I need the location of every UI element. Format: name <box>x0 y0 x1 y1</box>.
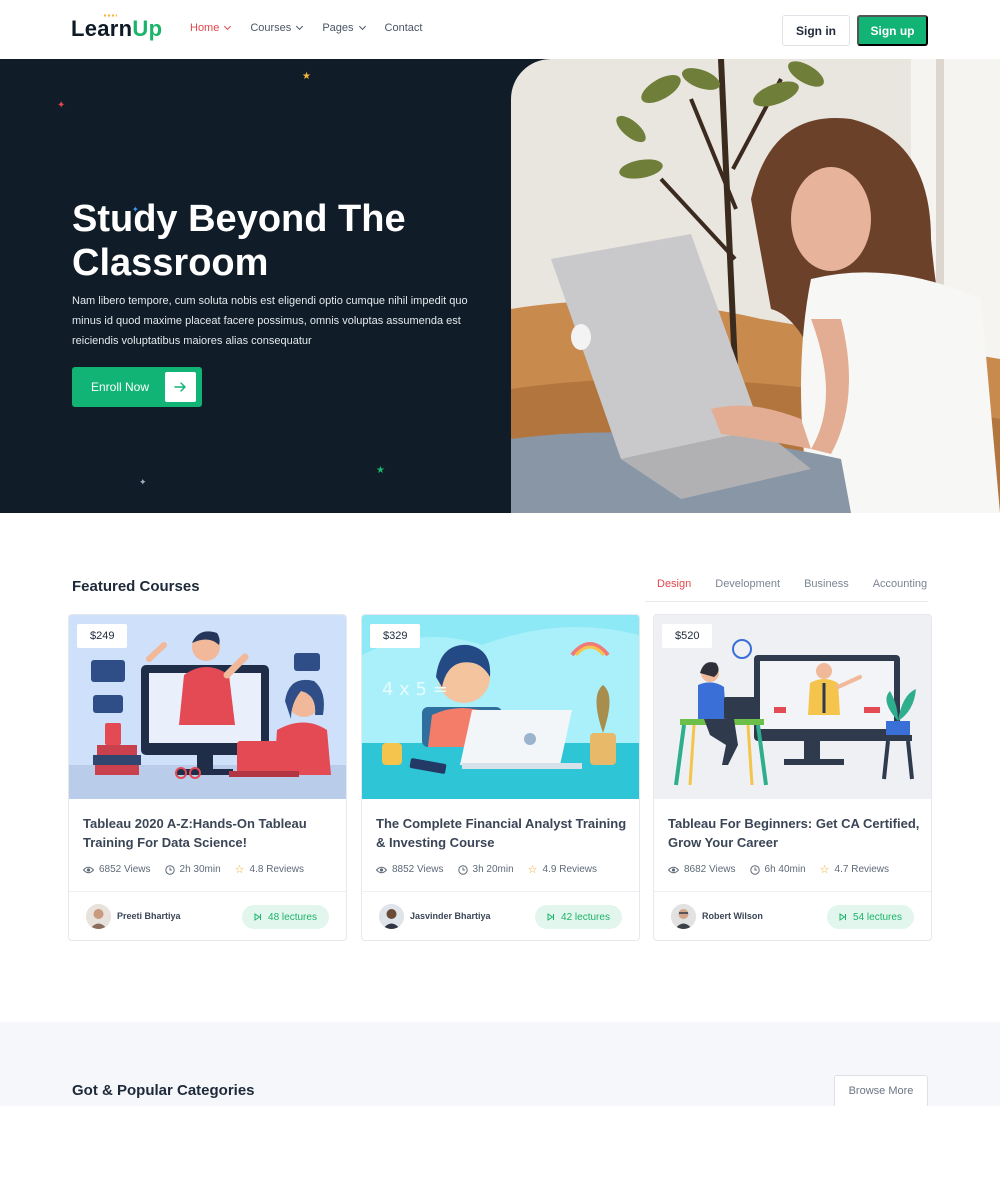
views-count: 6852 Views <box>99 864 151 875</box>
course-card[interactable]: $249 Tableau 2020 A-Z:Hands-On Tableau T… <box>68 614 347 941</box>
sparkle-icon: ✦ <box>57 100 66 111</box>
clock-icon <box>164 864 175 875</box>
star-icon: ★ <box>376 465 385 476</box>
price-badge: $329 <box>370 624 421 648</box>
course-title[interactable]: Tableau 2020 A-Z:Hands-On Tableau Traini… <box>83 814 338 852</box>
reviews-meta: ☆ 4.7 Reviews <box>820 863 889 876</box>
menu-label: Pages <box>322 22 354 34</box>
svg-text:4 x 5 =: 4 x 5 = <box>382 679 448 700</box>
views-count: 8682 Views <box>684 864 736 875</box>
reviews-text: 4.7 Reviews <box>834 864 890 875</box>
reviews-text: 4.9 Reviews <box>542 864 598 875</box>
course-meta: 6852 Views 2h 30min ☆ 4.8 Reviews <box>83 863 304 876</box>
logo-accent: Up <box>132 16 163 41</box>
categories-title: Got & Popular Categories <box>72 1082 255 1099</box>
eye-icon <box>376 866 387 873</box>
hero-title: Study Beyond The Classroom <box>72 198 406 284</box>
star-icon: ☆ <box>234 864 245 876</box>
tab-development[interactable]: Development <box>703 578 792 601</box>
card-divider <box>362 891 639 892</box>
course-thumbnail: $520 <box>654 615 931 799</box>
menu-item-home[interactable]: Home <box>190 22 232 34</box>
price-badge: $520 <box>662 624 713 648</box>
reviews-meta: ☆ 4.8 Reviews <box>235 863 304 876</box>
logo-dots-decoration <box>103 14 117 17</box>
lectures-count: 54 lectures <box>853 911 902 923</box>
eye-icon <box>668 866 679 873</box>
play-icon <box>254 913 262 921</box>
featured-courses-title: Featured Courses <box>72 578 200 595</box>
duration-meta: 2h 30min <box>164 864 221 875</box>
card-divider <box>654 891 931 892</box>
menu-item-courses[interactable]: Courses <box>250 22 304 34</box>
duration-text: 6h 40min <box>764 864 806 875</box>
lectures-badge: 48 lectures <box>242 905 329 929</box>
course-meta: 8682 Views 6h 40min ☆ 4.7 Reviews <box>668 863 889 876</box>
menu-item-pages[interactable]: Pages <box>322 22 366 34</box>
eye-icon <box>83 866 94 873</box>
course-category-tabs: Design Development Business Accounting <box>645 578 928 602</box>
views-meta: 8682 Views <box>668 864 736 875</box>
lectures-count: 48 lectures <box>268 911 317 923</box>
lectures-badge: 42 lectures <box>535 905 622 929</box>
course-thumbnail: $249 <box>69 615 346 799</box>
views-meta: 6852 Views <box>83 864 151 875</box>
avatar[interactable] <box>86 904 111 929</box>
duration-text: 3h 20min <box>472 864 514 875</box>
enroll-label: Enroll Now <box>91 380 150 394</box>
card-divider <box>69 891 346 892</box>
top-navbar: LearnUp Home Courses Pages Contact Sign … <box>0 0 1000 59</box>
tab-accounting[interactable]: Accounting <box>861 578 939 601</box>
sign-up-button[interactable]: Sign up <box>857 15 928 46</box>
main-menu: Home Courses Pages Contact <box>190 22 422 34</box>
avatar[interactable] <box>671 904 696 929</box>
course-meta: 8852 Views 3h 20min ☆ 4.9 Reviews <box>376 863 597 876</box>
author-name[interactable]: Jasvinder Bhartiya <box>410 911 491 921</box>
chevron-down-icon <box>224 22 232 31</box>
chevron-down-icon <box>296 22 304 31</box>
avatar[interactable] <box>379 904 404 929</box>
menu-item-contact[interactable]: Contact <box>385 22 423 34</box>
sparkle-icon: ✦ <box>139 477 147 487</box>
tab-business[interactable]: Business <box>792 578 861 601</box>
reviews-text: 4.8 Reviews <box>249 864 305 875</box>
duration-meta: 6h 40min <box>749 864 806 875</box>
duration-meta: 3h 20min <box>457 864 514 875</box>
author-name[interactable]: Preeti Bhartiya <box>117 911 181 921</box>
duration-text: 2h 30min <box>179 864 221 875</box>
lectures-badge: 54 lectures <box>827 905 914 929</box>
star-icon: ★ <box>302 71 311 82</box>
star-icon: ☆ <box>527 864 538 876</box>
clock-icon <box>457 864 468 875</box>
hero-section: ✦ ★ ✦ ★ ✦ Study Beyond The Classroom Nam… <box>0 59 1000 513</box>
menu-label: Home <box>190 22 220 34</box>
sign-in-button[interactable]: Sign in <box>782 15 850 46</box>
tab-design[interactable]: Design <box>645 578 703 601</box>
chevron-down-icon <box>358 22 366 31</box>
menu-label: Courses <box>250 22 292 34</box>
course-card[interactable]: $520 Tableau For Beginners: Get CA Certi… <box>653 614 932 941</box>
course-title[interactable]: Tableau For Beginners: Get CA Certified,… <box>668 814 923 852</box>
author-name[interactable]: Robert Wilson <box>702 911 763 921</box>
course-card[interactable]: 4 x 5 = $329 The Complete Financial Anal… <box>361 614 640 941</box>
course-title[interactable]: The Complete Financial Analyst Training … <box>376 814 631 852</box>
reviews-meta: ☆ 4.9 Reviews <box>528 863 597 876</box>
views-meta: 8852 Views <box>376 864 444 875</box>
arrow-right-icon <box>165 372 196 402</box>
play-icon <box>547 913 555 921</box>
lectures-count: 42 lectures <box>561 911 610 923</box>
play-icon <box>839 913 847 921</box>
price-badge: $249 <box>77 624 128 648</box>
logo[interactable]: LearnUp <box>71 16 162 42</box>
menu-label: Contact <box>384 22 423 34</box>
course-thumbnail: 4 x 5 = $329 <box>362 615 639 799</box>
clock-icon <box>749 864 760 875</box>
enroll-now-button[interactable]: Enroll Now <box>72 367 202 407</box>
star-icon: ☆ <box>819 864 830 876</box>
hero-student-photo <box>511 59 1000 513</box>
views-count: 8852 Views <box>392 864 444 875</box>
logo-main: Learn <box>71 16 133 41</box>
hero-description: Nam libero tempore, cum soluta nobis est… <box>72 295 468 347</box>
browse-more-button[interactable]: Browse More <box>834 1075 928 1106</box>
